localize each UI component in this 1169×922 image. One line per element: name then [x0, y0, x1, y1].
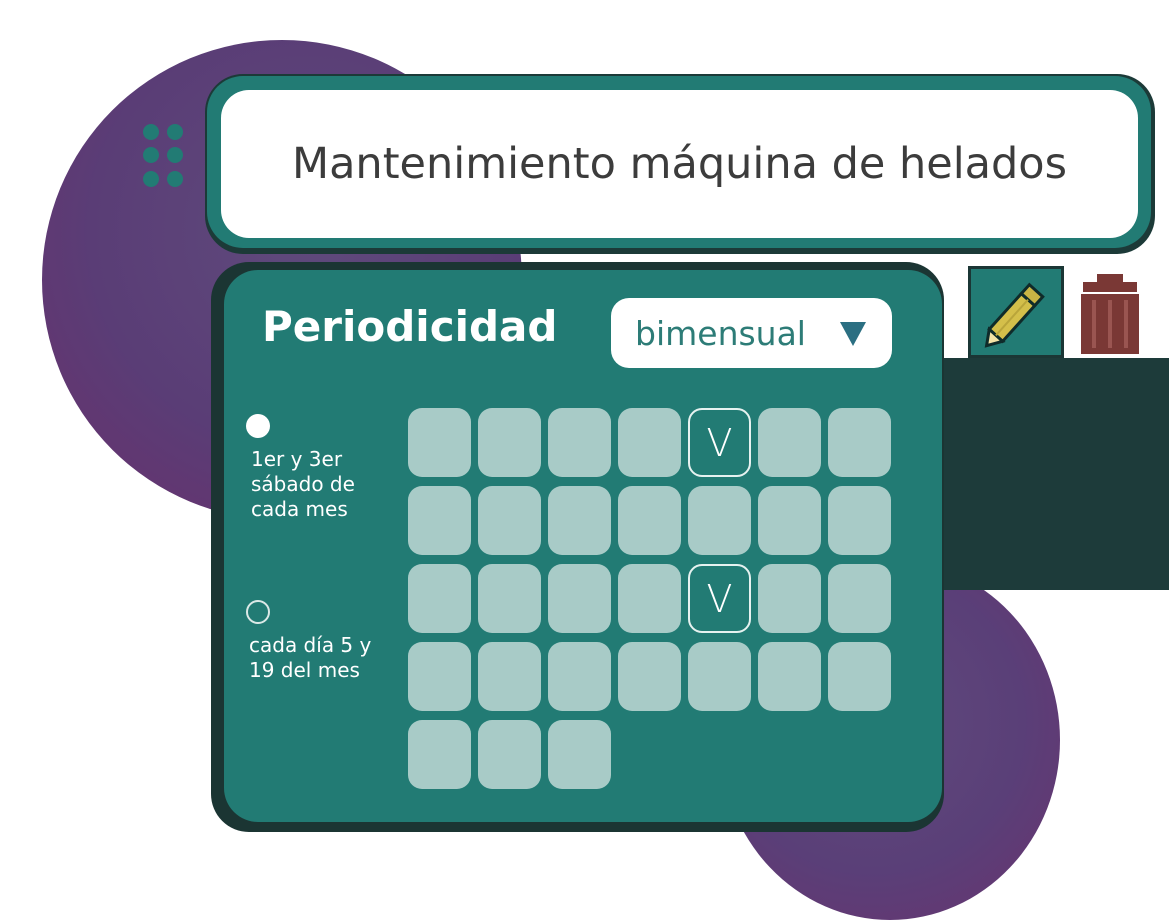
delete-button[interactable]	[1075, 272, 1145, 356]
calendar-day-cell[interactable]	[688, 486, 751, 555]
calendar-day-cell[interactable]	[408, 486, 471, 555]
pencil-icon	[984, 282, 1045, 348]
calendar-day-cell[interactable]: V	[688, 408, 751, 477]
calendar-day-cell[interactable]	[478, 720, 541, 789]
check-mark: V	[706, 576, 733, 621]
calendar-day-cell[interactable]	[758, 564, 821, 633]
calendar-day-cell[interactable]	[478, 408, 541, 477]
calendar-day-cell[interactable]	[478, 486, 541, 555]
calendar-day-cell[interactable]	[618, 408, 681, 477]
option-day-5-19-label: cada día 5 y 19 del mes	[249, 633, 372, 682]
calendar-day-cell[interactable]	[408, 564, 471, 633]
calendar-day-cell[interactable]	[828, 408, 891, 477]
dropdown-arrow-icon[interactable]	[840, 322, 866, 346]
calendar-day-cell[interactable]	[408, 720, 471, 789]
calendar-day-cell[interactable]	[548, 720, 611, 789]
decorative-shadow	[930, 358, 1169, 590]
task-title: Mantenimiento máquina de helados	[291, 139, 1068, 189]
trash-icon	[1081, 274, 1139, 354]
calendar-day-cell[interactable]	[548, 564, 611, 633]
check-mark: V	[706, 420, 733, 465]
radio-day-5-19[interactable]	[246, 600, 270, 624]
calendar-day-cell[interactable]	[828, 486, 891, 555]
calendar-day-cell[interactable]	[478, 642, 541, 711]
calendar-day-cell[interactable]	[618, 642, 681, 711]
calendar-day-cell[interactable]	[408, 408, 471, 477]
calendar-grid: VV	[408, 408, 894, 789]
periodicity-select[interactable]: bimensual	[611, 298, 892, 368]
calendar-day-cell[interactable]	[408, 642, 471, 711]
task-title-field[interactable]: Mantenimiento máquina de helados	[221, 90, 1138, 238]
calendar-day-cell[interactable]	[618, 564, 681, 633]
option-first-third-saturday-label: 1er y 3er sábado de cada mes	[251, 447, 355, 521]
calendar-day-cell[interactable]: V	[688, 564, 751, 633]
periodicity-label: Periodicidad	[262, 302, 558, 351]
calendar-day-cell[interactable]	[828, 642, 891, 711]
edit-button[interactable]	[968, 266, 1064, 358]
radio-first-third-saturday[interactable]	[246, 414, 270, 438]
calendar-day-cell[interactable]	[758, 486, 821, 555]
calendar-day-cell[interactable]	[548, 408, 611, 477]
calendar-day-cell[interactable]	[828, 564, 891, 633]
calendar-day-cell[interactable]	[758, 642, 821, 711]
drag-handle-icon[interactable]	[143, 124, 187, 188]
calendar-day-cell[interactable]	[758, 408, 821, 477]
calendar-day-cell[interactable]	[548, 486, 611, 555]
calendar-day-cell[interactable]	[618, 486, 681, 555]
calendar-day-cell[interactable]	[478, 564, 541, 633]
periodicity-select-value: bimensual	[635, 313, 806, 353]
calendar-day-cell[interactable]	[688, 642, 751, 711]
calendar-day-cell[interactable]	[548, 642, 611, 711]
